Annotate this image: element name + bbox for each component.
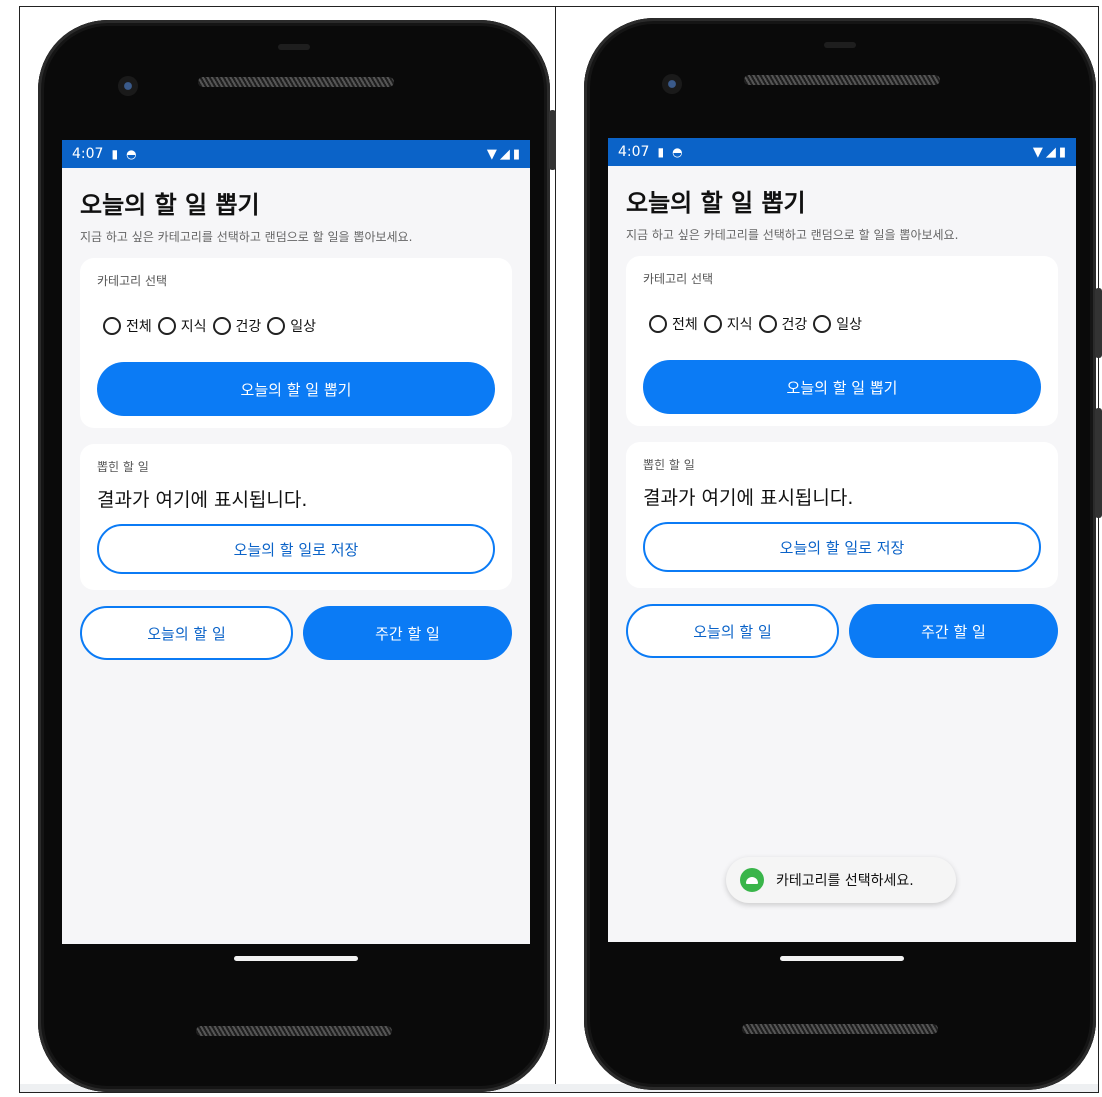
radio-label: 일상 — [290, 319, 317, 335]
radio-label: 일상 — [836, 317, 863, 333]
battery-icon: ▮ — [512, 146, 520, 162]
draw-task-button[interactable]: 오늘의 할 일 뽑기 — [97, 362, 495, 416]
app-screen: 4:07 ▮ ◓ ▼ ◢ ▮ 오늘의 할 일 뽑기 지금 하고 싶은 카테고리를… — [608, 138, 1076, 942]
volume-button — [1095, 408, 1102, 518]
result-card: 뽑힌 할 일 결과가 여기에 표시됩니다. 오늘의 할 일로 저장 — [626, 442, 1058, 588]
bottom-speaker — [742, 1024, 938, 1034]
status-bar: 4:07 ▮ ◓ ▼ ◢ ▮ — [608, 138, 1076, 166]
page-subtitle: 지금 하고 싶은 카테고리를 선택하고 랜덤으로 할 일을 뽑아보세요. — [80, 230, 413, 244]
today-tasks-button[interactable]: 오늘의 할 일 — [80, 606, 293, 660]
android-icon — [740, 868, 764, 892]
radio-all[interactable]: 전체 — [103, 316, 152, 336]
result-text: 결과가 여기에 표시됩니다. — [97, 489, 308, 511]
toast-message: 카테고리를 선택하세요. — [726, 857, 956, 903]
sd-card-icon: ▮ — [657, 145, 665, 159]
radio-knowledge[interactable]: 지식 — [703, 314, 753, 334]
radio-circle-icon — [212, 317, 231, 335]
category-radio-group: 전체 지식 건강 일상 — [97, 312, 495, 340]
category-card: 카테고리 선택 전체 지식 건강 일상 오늘의 할 일 뽑기 — [626, 256, 1058, 426]
radio-label: 전체 — [672, 317, 698, 333]
page-subtitle: 지금 하고 싶은 카테고리를 선택하고 랜덤으로 할 일을 뽑아보세요. — [626, 228, 959, 242]
radio-circle-icon — [703, 315, 722, 333]
today-tasks-button[interactable]: 오늘의 할 일 — [626, 604, 839, 658]
front-camera — [118, 76, 138, 96]
content: 오늘의 할 일 뽑기 지금 하고 싶은 카테고리를 선택하고 랜덤으로 할 일을… — [608, 186, 1076, 942]
radio-circle-icon — [813, 315, 832, 333]
weekly-tasks-button[interactable]: 주간 할 일 — [303, 606, 512, 660]
radio-circle-icon — [267, 317, 286, 335]
radio-daily[interactable]: 일상 — [813, 314, 862, 334]
radio-all[interactable]: 전체 — [649, 314, 698, 334]
category-radio-group: 전체 지식 건강 일상 — [643, 310, 1041, 338]
result-card: 뽑힌 할 일 결과가 여기에 표시됩니다. 오늘의 할 일로 저장 — [80, 444, 512, 590]
battery-icon: ▮ — [1058, 144, 1066, 160]
power-button — [549, 110, 556, 170]
radio-circle-icon — [649, 315, 667, 333]
radio-label: 건강 — [235, 319, 262, 335]
radio-health[interactable]: 건강 — [212, 316, 262, 336]
page-title: 오늘의 할 일 뽑기 — [626, 189, 806, 217]
status-bar: 4:07 ▮ ◓ ▼ ◢ ▮ — [62, 140, 530, 168]
bottom-button-row: 오늘의 할 일 주간 할 일 — [80, 606, 512, 660]
bottom-speaker — [196, 1026, 392, 1036]
wifi-icon: ▼ — [1032, 144, 1043, 160]
earpiece-speaker — [198, 77, 394, 87]
radio-label: 지식 — [726, 317, 753, 333]
sd-card-icon: ▮ — [111, 147, 119, 161]
draw-task-button[interactable]: 오늘의 할 일 뽑기 — [643, 360, 1041, 414]
top-slot — [278, 44, 310, 50]
radio-circle-icon — [758, 315, 777, 333]
top-slot — [824, 42, 856, 48]
status-icons: ▼ ◢ ▮ — [487, 147, 520, 162]
radio-circle-icon — [103, 317, 121, 335]
radio-health[interactable]: 건강 — [758, 314, 808, 334]
status-time: 4:07 — [72, 146, 104, 162]
status-icons: ▼ ◢ ▮ — [1033, 145, 1066, 160]
result-label: 뽑힌 할 일 — [643, 458, 695, 472]
radio-label: 전체 — [126, 319, 152, 335]
signal-icon: ◢ — [499, 146, 510, 162]
radio-label: 건강 — [781, 317, 808, 333]
category-card: 카테고리 선택 전체 지식 건강 일상 오늘의 할 일 뽑기 — [80, 258, 512, 428]
radio-daily[interactable]: 일상 — [267, 316, 316, 336]
phone-left: 4:07 ▮ ◓ ▼ ◢ ▮ 오늘의 할 일 뽑기 지금 하고 싶은 카테고리를… — [38, 20, 556, 1093]
radio-knowledge[interactable]: 지식 — [157, 316, 207, 336]
signal-icon: ◢ — [1045, 144, 1056, 160]
sync-icon: ◓ — [672, 145, 683, 159]
category-label: 카테고리 선택 — [643, 272, 714, 286]
category-label: 카테고리 선택 — [97, 274, 168, 288]
phone-right: 4:07 ▮ ◓ ▼ ◢ ▮ 오늘의 할 일 뽑기 지금 하고 싶은 카테고리를… — [584, 18, 1102, 1091]
toast-text: 카테고리를 선택하세요. — [776, 873, 914, 889]
home-gesture-bar[interactable] — [234, 956, 358, 961]
result-label: 뽑힌 할 일 — [97, 460, 149, 474]
page-title: 오늘의 할 일 뽑기 — [80, 191, 260, 219]
content: 오늘의 할 일 뽑기 지금 하고 싶은 카테고리를 선택하고 랜덤으로 할 일을… — [62, 188, 530, 944]
bottom-button-row: 오늘의 할 일 주간 할 일 — [626, 604, 1058, 658]
result-text: 결과가 여기에 표시됩니다. — [643, 487, 854, 509]
weekly-tasks-button[interactable]: 주간 할 일 — [849, 604, 1058, 658]
front-camera — [662, 74, 682, 94]
earpiece-speaker — [744, 75, 940, 85]
home-gesture-bar[interactable] — [780, 956, 904, 961]
app-screen: 4:07 ▮ ◓ ▼ ◢ ▮ 오늘의 할 일 뽑기 지금 하고 싶은 카테고리를… — [62, 140, 530, 944]
save-today-button[interactable]: 오늘의 할 일로 저장 — [97, 524, 495, 574]
status-time: 4:07 — [618, 144, 650, 160]
power-button — [1095, 288, 1102, 358]
sync-icon: ◓ — [126, 147, 137, 161]
radio-circle-icon — [157, 317, 176, 335]
radio-label: 지식 — [180, 319, 207, 335]
save-today-button[interactable]: 오늘의 할 일로 저장 — [643, 522, 1041, 572]
wifi-icon: ▼ — [486, 146, 497, 162]
